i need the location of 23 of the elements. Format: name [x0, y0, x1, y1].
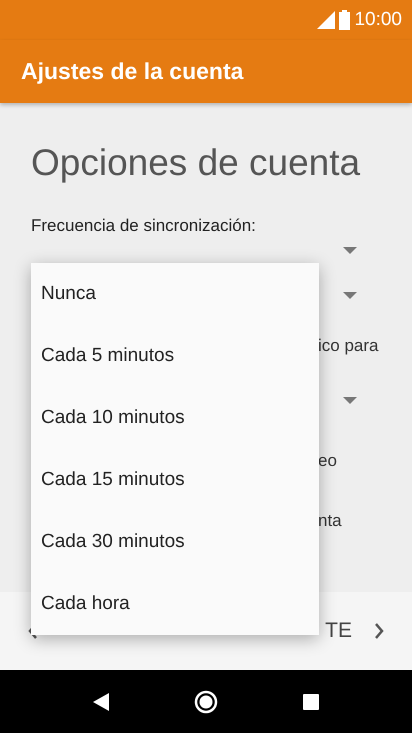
menu-option[interactable]: Cada 30 minutos [31, 511, 319, 573]
dropdown-arrow-icon[interactable] [343, 292, 357, 300]
sync-frequency-label: Frecuencia de sincronización: [31, 216, 256, 236]
menu-option[interactable]: Nunca [31, 263, 319, 325]
status-time: 10:00 [354, 9, 402, 31]
home-icon[interactable] [194, 690, 218, 714]
dropdown-arrow-icon[interactable] [343, 247, 357, 255]
battery-icon [339, 10, 350, 30]
app-bar-title: Ajustes de la cuenta [21, 58, 244, 85]
menu-option[interactable]: Cada hora [31, 573, 319, 635]
signal-icon [317, 11, 336, 29]
menu-option[interactable]: Cada 5 minutos [31, 325, 319, 387]
menu-option[interactable]: Cada 15 minutos [31, 449, 319, 511]
back-icon[interactable] [92, 692, 109, 710]
next-button[interactable]: TE [325, 619, 352, 643]
setting-text: nta [318, 511, 342, 531]
page-heading: Opciones de cuenta [31, 141, 360, 185]
setting-text: ico para [318, 336, 378, 356]
dropdown-arrow-icon[interactable] [343, 397, 357, 405]
recents-icon[interactable] [303, 694, 320, 710]
setting-text: eo [318, 451, 337, 471]
menu-option[interactable]: Cada 10 minutos [31, 387, 319, 449]
chevron-right-icon[interactable] [374, 623, 384, 639]
